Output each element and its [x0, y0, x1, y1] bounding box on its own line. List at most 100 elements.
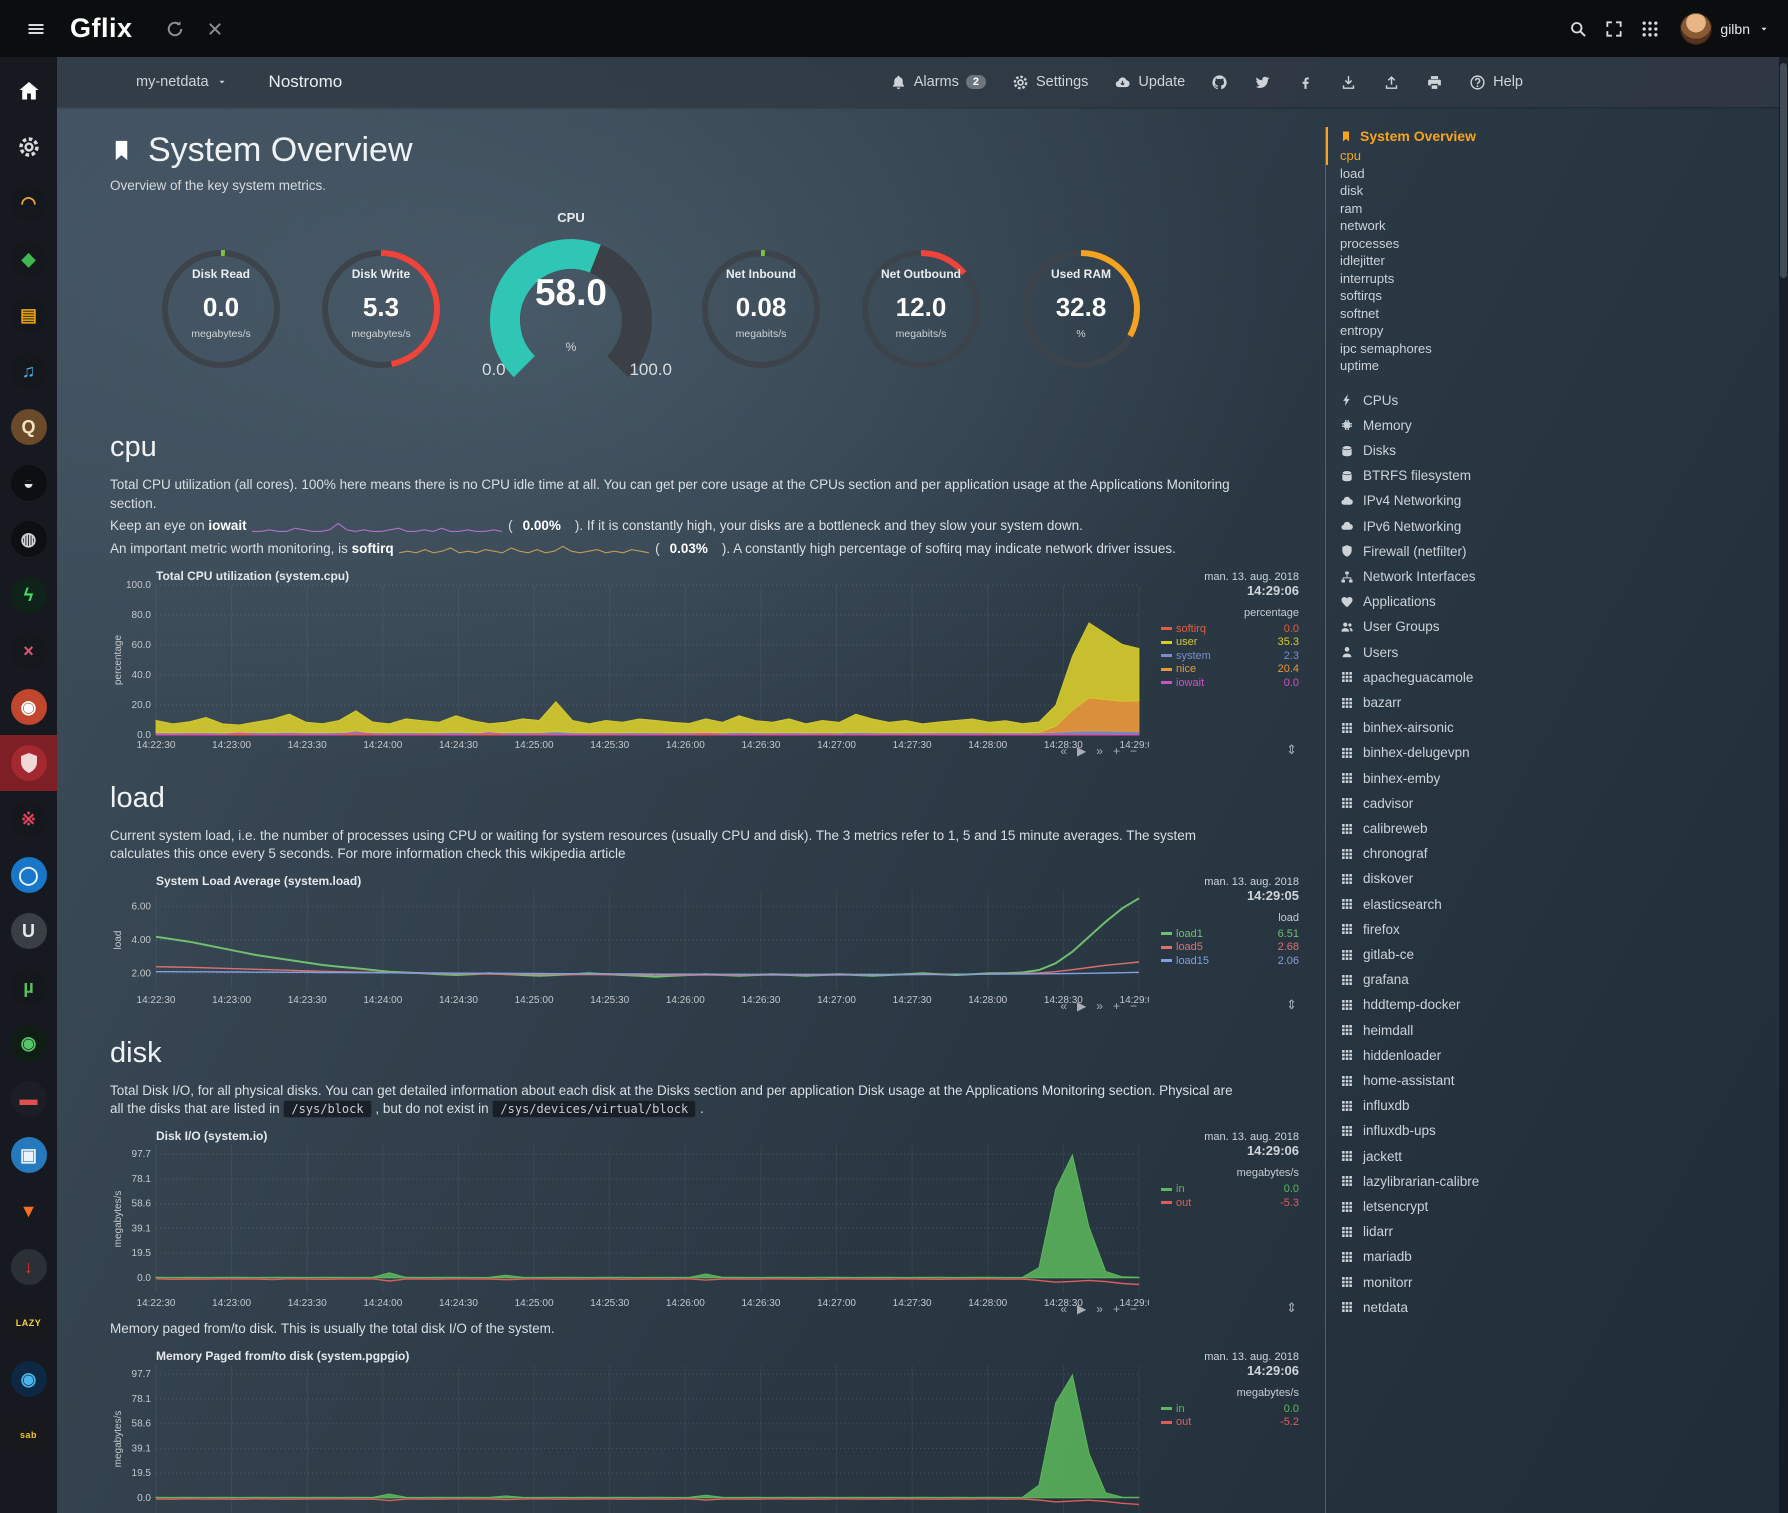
sidebar-app-heimdall[interactable]: ▣ [0, 1127, 57, 1183]
sidebar-app-lidarr[interactable]: ◍ [0, 511, 57, 567]
sidebar-app-plex[interactable]: ▤ [0, 287, 57, 343]
chart-resize-handle[interactable]: ⇕ [1286, 997, 1297, 1013]
chart-play-button[interactable]: ▶ [1077, 1302, 1086, 1316]
menu-sub-uptime[interactable]: uptime [1340, 357, 1778, 375]
menu-app-diskover[interactable]: diskover [1340, 866, 1778, 891]
menu-section-disks[interactable]: Disks [1340, 438, 1778, 463]
menu-sub-idlejitter[interactable]: idlejitter [1340, 252, 1778, 270]
menu-sub-load[interactable]: load [1340, 165, 1778, 183]
sidebar-app-pink-app[interactable]: × [0, 623, 57, 679]
chart-system-pgpgio[interactable]: Memory Paged from/to disk (system.pgpgio… [110, 1349, 1299, 1513]
chart-zoom-in-button[interactable]: + [1113, 999, 1120, 1013]
menu-app-firefox[interactable]: firefox [1340, 917, 1778, 942]
legend-user[interactable]: user35.3 [1161, 636, 1299, 650]
gauge-disk-read[interactable]: Disk Read0.0megabytes/s [146, 234, 296, 384]
menu-sub-ipc-semaphores[interactable]: ipc semaphores [1340, 340, 1778, 358]
sidebar-app-netdata[interactable] [0, 735, 57, 791]
chart-zoom-out-button[interactable]: − [1130, 1302, 1137, 1316]
sidebar-app-lazylibrarian[interactable]: LAZY [0, 1295, 57, 1351]
menu-section-applications[interactable]: Applications [1340, 589, 1778, 614]
menu-sub-ram[interactable]: ram [1340, 200, 1778, 218]
gauge-disk-write[interactable]: Disk Write5.3megabytes/s [306, 234, 456, 384]
menu-app-calibreweb[interactable]: calibreweb [1340, 816, 1778, 841]
chart-plot-system-load[interactable]: System Load Average (system.load)14:22:3… [110, 874, 1149, 1013]
menu-app-heimdall[interactable]: heimdall [1340, 1018, 1778, 1043]
import-button[interactable] [1327, 57, 1370, 107]
help-button[interactable]: Help [1456, 57, 1536, 107]
legend-nice[interactable]: nice20.4 [1161, 663, 1299, 677]
github-button[interactable] [1198, 57, 1241, 107]
gauge-used-ram[interactable]: Used RAM32.8% [1006, 234, 1156, 384]
sidebar-app-sabnzbd[interactable]: sab [0, 1407, 57, 1463]
menu-app-bazarr[interactable]: bazarr [1340, 690, 1778, 715]
sidebar-app-home[interactable] [0, 63, 57, 119]
gauge-net-outbound[interactable]: Net Outbound12.0megabits/s [846, 234, 996, 384]
gauge-net-inbound[interactable]: Net Inbound0.08megabits/s [686, 234, 836, 384]
menu-app-gitlab-ce[interactable]: gitlab-ce [1340, 942, 1778, 967]
legend-system[interactable]: system2.3 [1161, 650, 1299, 664]
fullscreen-button[interactable] [1596, 11, 1632, 47]
sidebar-app-duplicati[interactable]: ◉ [0, 1351, 57, 1407]
legend-in[interactable]: in0.0 [1161, 1183, 1299, 1197]
alarms-button[interactable]: Alarms 2 [877, 57, 999, 107]
sidebar-app-jackett[interactable]: Q [0, 399, 57, 455]
legend-out[interactable]: out-5.3 [1161, 1197, 1299, 1211]
sidebar-app-nextcloud[interactable]: ◯ [0, 847, 57, 903]
sidebar-app-bolt-app[interactable]: ϟ [0, 567, 57, 623]
menu-section-btrfs-filesystem[interactable]: BTRFS filesystem [1340, 463, 1778, 488]
legend-load5[interactable]: load52.68 [1161, 941, 1299, 955]
chart-pan-backward-button[interactable]: « [1060, 999, 1067, 1013]
menu-section-memory[interactable]: Memory [1340, 413, 1778, 438]
chart-pan-backward-button[interactable]: « [1060, 1302, 1067, 1316]
menu-app-netdata[interactable]: netdata [1340, 1295, 1778, 1320]
sidebar-app-handbrake[interactable]: ◉ [0, 1015, 57, 1071]
chart-system-io[interactable]: Disk I/O (system.io)14:22:3014:23:0014:2… [110, 1129, 1299, 1316]
menu-app-binhex-airsonic[interactable]: binhex-airsonic [1340, 715, 1778, 740]
sidebar-app-airsonic[interactable]: ♫ [0, 343, 57, 399]
facebook-button[interactable] [1284, 57, 1327, 107]
menu-app-apacheguacamole[interactable]: apacheguacamole [1340, 665, 1778, 690]
chart-plot-system-pgpgio[interactable]: Memory Paged from/to disk (system.pgpgio… [110, 1349, 1149, 1513]
menu-sub-interrupts[interactable]: interrupts [1340, 270, 1778, 288]
menu-app-home-assistant[interactable]: home-assistant [1340, 1068, 1778, 1093]
hamburger-menu-button[interactable] [18, 11, 54, 47]
legend-load15[interactable]: load152.06 [1161, 955, 1299, 969]
chart-resize-handle[interactable]: ⇕ [1286, 1300, 1297, 1316]
menu-section-user-groups[interactable]: User Groups [1340, 614, 1778, 639]
sidebar-app-settings[interactable] [0, 119, 57, 175]
gauge-cpu[interactable]: CPU58.0%0.0100.0 [466, 214, 676, 404]
chart-pan-backward-button[interactable]: « [1060, 744, 1067, 758]
chart-play-button[interactable]: ▶ [1077, 999, 1086, 1013]
menu-app-jackett[interactable]: jackett [1340, 1144, 1778, 1169]
menu-sub-softnet[interactable]: softnet [1340, 305, 1778, 323]
search-button[interactable] [1560, 11, 1596, 47]
page-scrollbar[interactable] [1779, 57, 1788, 1513]
chart-plot-system-io[interactable]: Disk I/O (system.io)14:22:3014:23:0014:2… [110, 1129, 1149, 1316]
menu-app-chronograf[interactable]: chronograf [1340, 841, 1778, 866]
legend-load1[interactable]: load16.51 [1161, 928, 1299, 942]
menu-app-hddtemp-docker[interactable]: hddtemp-docker [1340, 992, 1778, 1017]
chart-zoom-out-button[interactable]: − [1130, 999, 1137, 1013]
twitter-button[interactable] [1241, 57, 1284, 107]
update-button[interactable]: Update [1101, 57, 1198, 107]
menu-sub-softirqs[interactable]: softirqs [1340, 287, 1778, 305]
settings-button[interactable]: Settings [999, 57, 1101, 107]
legend-out[interactable]: out-5.2 [1161, 1416, 1299, 1430]
menu-sub-processes[interactable]: processes [1340, 235, 1778, 253]
legend-iowait[interactable]: iowait0.0 [1161, 677, 1299, 691]
sidebar-app-download-app[interactable]: ↓ [0, 1239, 57, 1295]
chart-system-load[interactable]: System Load Average (system.load)14:22:3… [110, 874, 1299, 1013]
sidebar-app-gitlab[interactable]: ▼ [0, 1183, 57, 1239]
menu-app-mariadb[interactable]: mariadb [1340, 1244, 1778, 1269]
legend-in[interactable]: in0.0 [1161, 1403, 1299, 1417]
menu-system-overview[interactable]: System Overview [1340, 127, 1778, 147]
sidebar-app-unraid[interactable]: U [0, 903, 57, 959]
menu-app-elasticsearch[interactable]: elasticsearch [1340, 892, 1778, 917]
chart-zoom-in-button[interactable]: + [1113, 1302, 1120, 1316]
sidebar-app-red-flower-app[interactable]: ※ [0, 791, 57, 847]
chart-play-button[interactable]: ▶ [1077, 744, 1086, 758]
menu-section-users[interactable]: Users [1340, 640, 1778, 665]
menu-app-grafana[interactable]: grafana [1340, 967, 1778, 992]
legend-softirq[interactable]: softirq0.0 [1161, 623, 1299, 637]
refresh-tab-button[interactable] [157, 11, 193, 47]
